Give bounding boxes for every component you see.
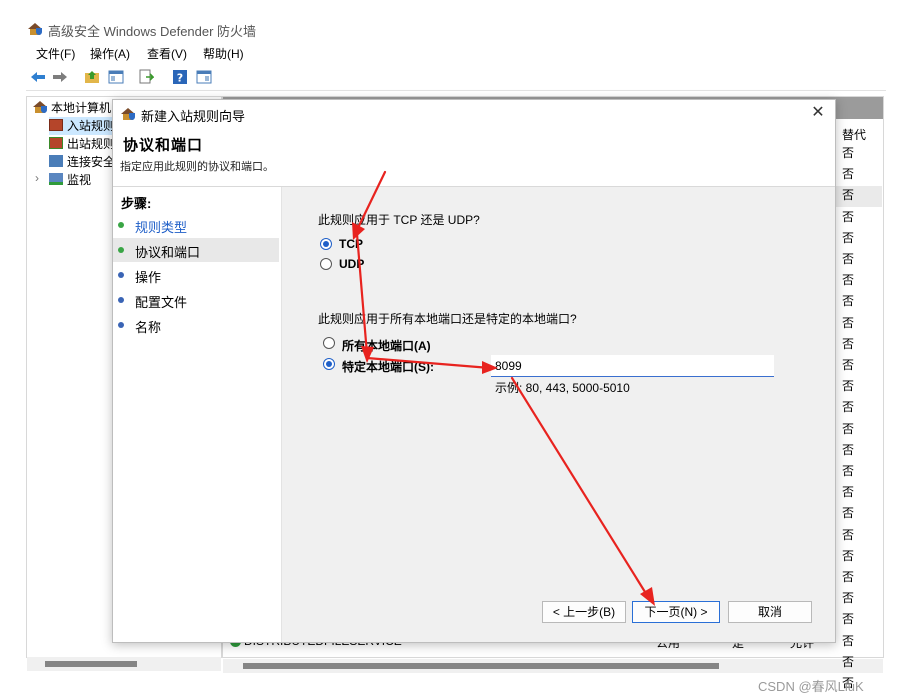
annotation-arrow: [365, 356, 492, 370]
annotation-arrow: [355, 170, 387, 232]
arrowhead-icon: [482, 361, 498, 374]
annotation-arrow: [355, 232, 369, 356]
annotation-arrows: [352, 170, 655, 606]
annotation-arrow: [510, 376, 652, 602]
watermark: CSDN @春风LiuK: [758, 679, 864, 694]
arrowhead-icon: [640, 587, 655, 606]
arrowhead-icon: [361, 346, 374, 363]
